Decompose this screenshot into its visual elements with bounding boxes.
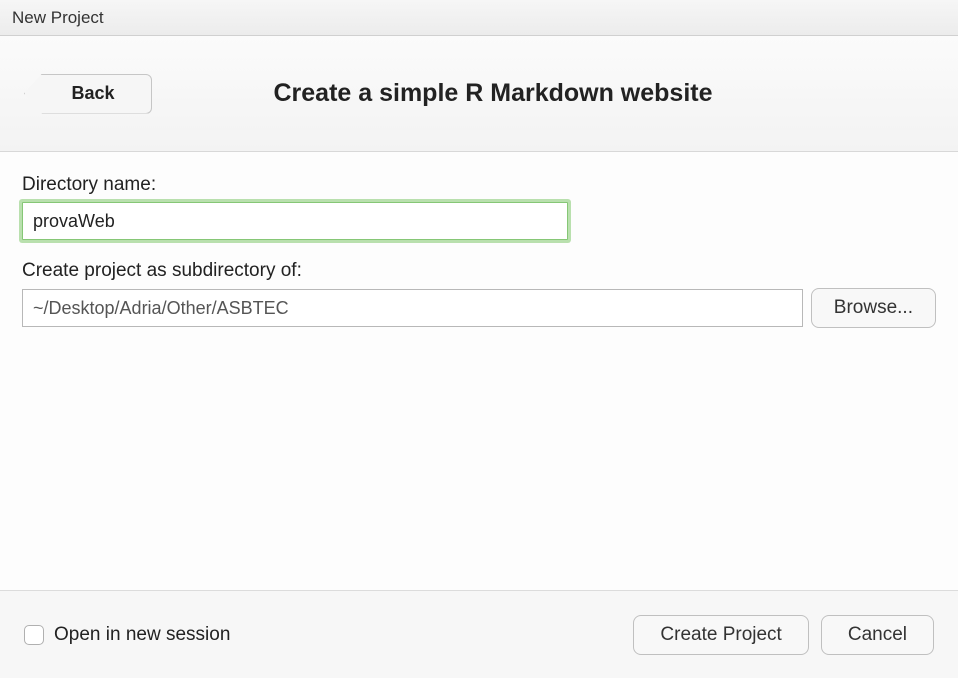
create-project-button[interactable]: Create Project: [633, 615, 808, 655]
wizard-header: Back Create a simple R Markdown website: [0, 36, 958, 152]
open-new-session-wrap: Open in new session: [24, 624, 621, 646]
open-new-session-label: Open in new session: [54, 624, 230, 646]
directory-name-input[interactable]: [22, 202, 568, 240]
cancel-label: Cancel: [848, 624, 907, 645]
footer: Open in new session Create Project Cance…: [0, 590, 958, 678]
open-new-session-checkbox[interactable]: [24, 625, 44, 645]
cancel-button[interactable]: Cancel: [821, 615, 934, 655]
back-button[interactable]: Back: [24, 74, 152, 114]
window-titlebar: New Project: [0, 0, 958, 36]
page-title: Create a simple R Markdown website: [52, 79, 934, 108]
new-project-window: New Project Back Create a simple R Markd…: [0, 0, 958, 678]
window-title: New Project: [12, 8, 104, 28]
browse-button[interactable]: Browse...: [811, 288, 936, 328]
create-project-label: Create Project: [660, 624, 781, 645]
directory-name-row: [22, 202, 936, 240]
form-content: Directory name: Create project as subdir…: [0, 152, 958, 590]
subdirectory-input[interactable]: [22, 289, 803, 327]
directory-name-label: Directory name:: [22, 174, 936, 196]
subdirectory-label: Create project as subdirectory of:: [22, 260, 936, 282]
back-button-label: Back: [71, 83, 114, 104]
subdirectory-row: Browse...: [22, 288, 936, 328]
browse-button-label: Browse...: [834, 297, 913, 318]
